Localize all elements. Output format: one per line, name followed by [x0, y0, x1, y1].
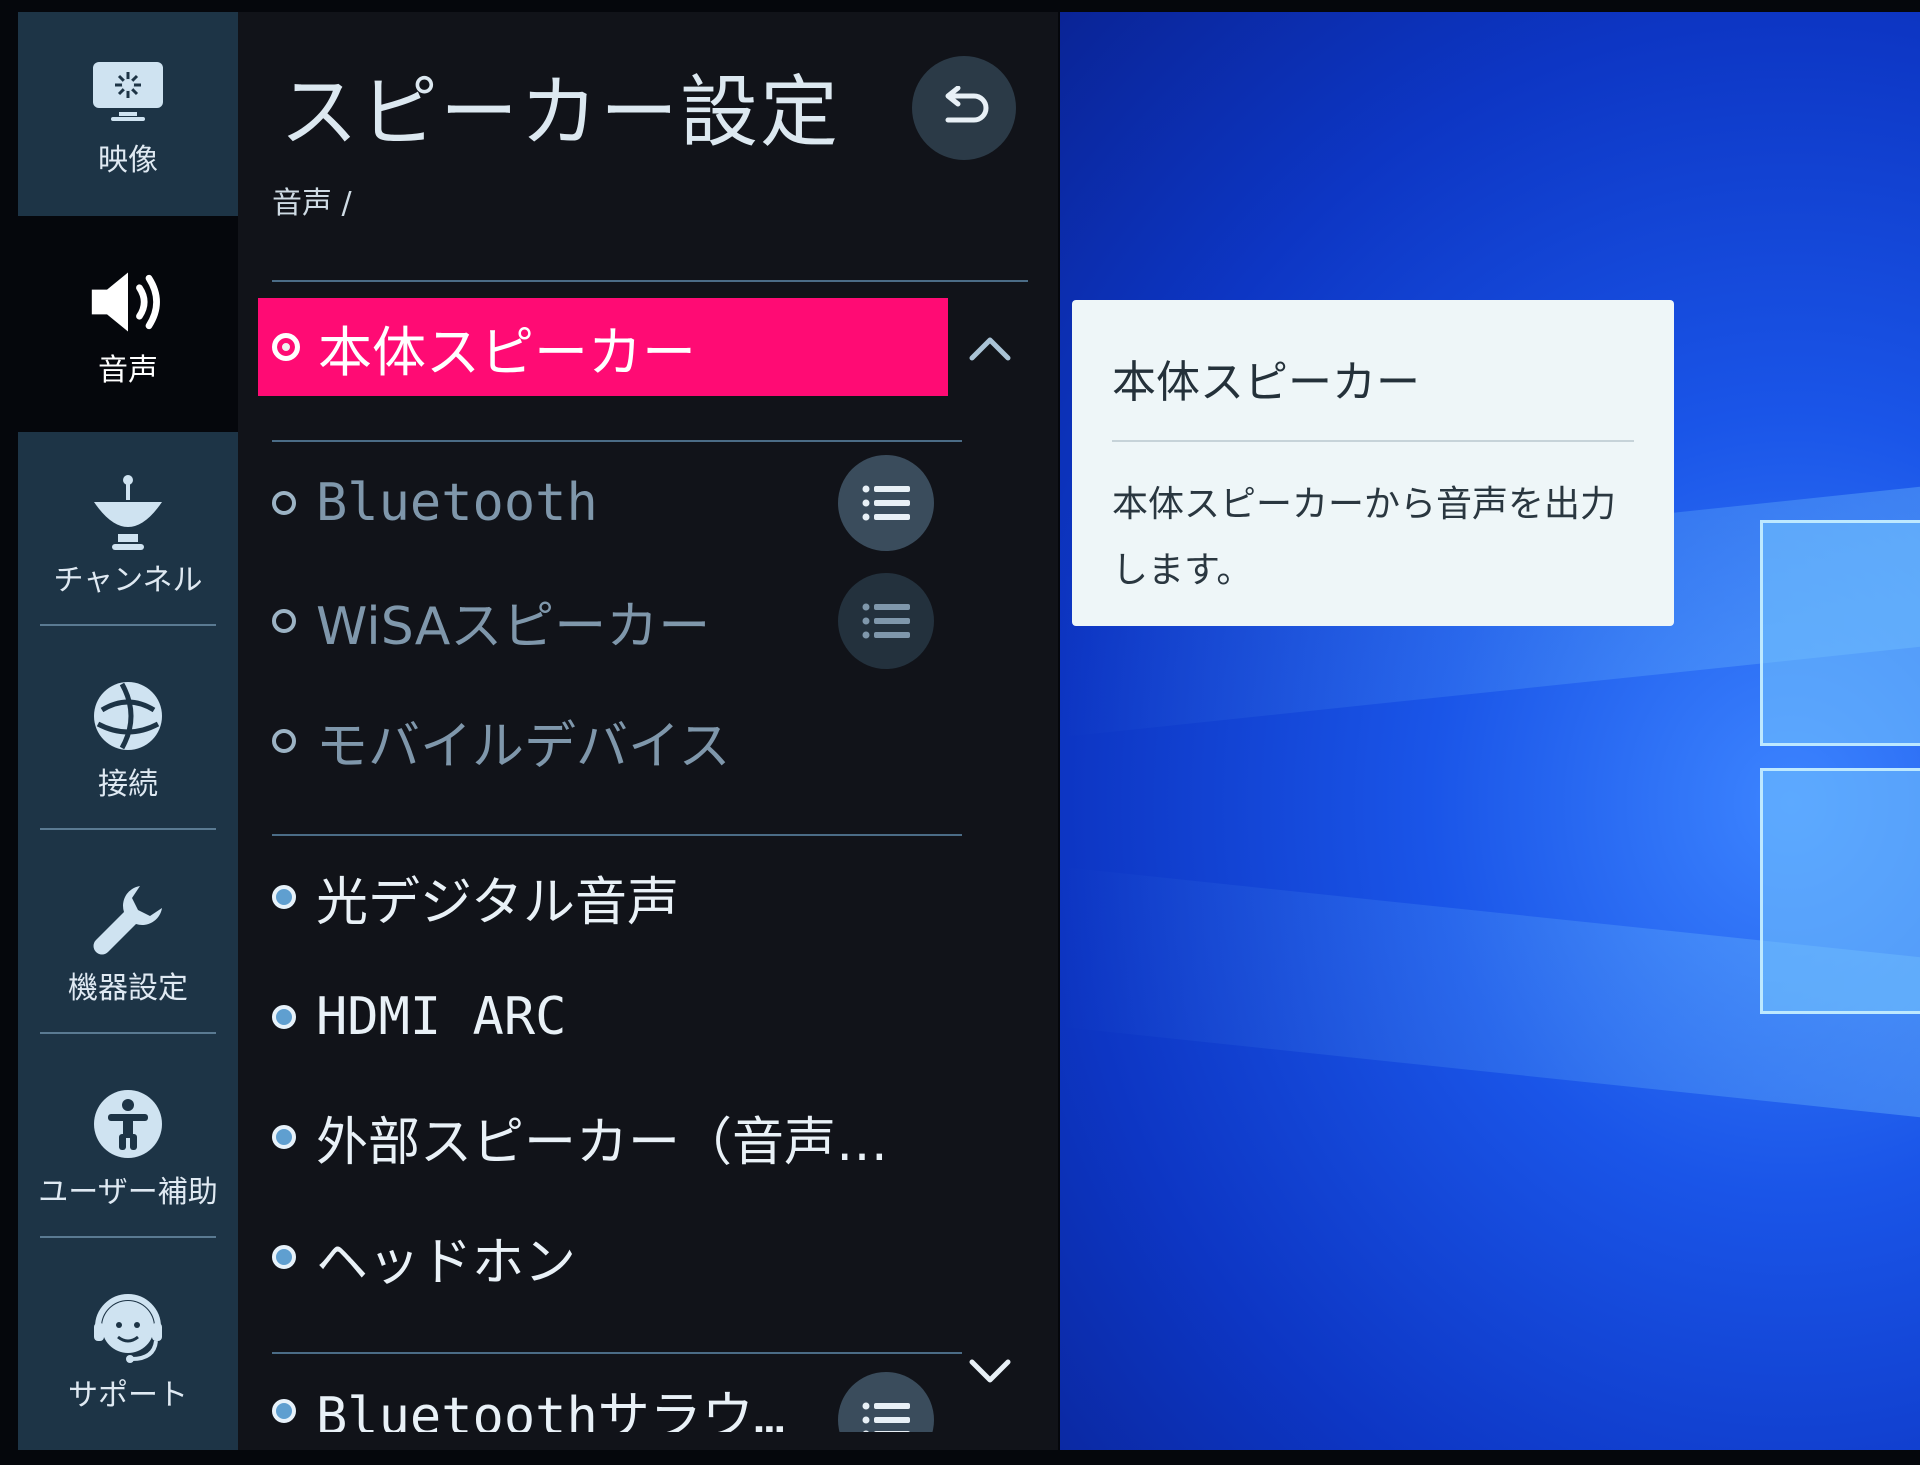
sidebar-item-channel[interactable]: チャンネル: [18, 432, 238, 636]
radio-icon: [272, 1399, 296, 1423]
radio-icon: [272, 1005, 296, 1029]
wrench-icon: [88, 880, 168, 960]
chevron-down-icon: [969, 1359, 1011, 1383]
picture-icon: [88, 52, 168, 132]
radio-selected-icon: [272, 333, 300, 361]
headset-icon: [88, 1287, 168, 1367]
wisa-device-list-button[interactable]: [838, 573, 934, 669]
option-label: WiSAスピーカー: [316, 596, 711, 657]
option-label: HDMI ARC: [316, 987, 567, 1047]
section-divider: [272, 834, 962, 836]
option-label: Bluetooth: [316, 473, 598, 533]
sidebar-divider: [40, 828, 216, 830]
option-description-card: 本体スピーカー 本体スピーカーから音声を出力します。: [1072, 300, 1674, 626]
section-divider: [272, 440, 962, 442]
back-button[interactable]: [912, 56, 1016, 160]
option-bluetooth-surround[interactable]: Bluetoothサラウ…: [272, 1368, 785, 1432]
sidebar-item-accessibility[interactable]: ユーザー補助: [18, 1044, 238, 1248]
window-logo-pane: [1760, 520, 1920, 746]
sidebar-item-label: チャンネル: [53, 563, 203, 598]
bluetooth-device-list-button[interactable]: [838, 455, 934, 551]
radio-icon: [272, 729, 296, 753]
section-divider: [272, 1352, 962, 1354]
sidebar-item-label: 機器設定: [68, 971, 188, 1006]
option-headphones[interactable]: ヘッドホン: [272, 1214, 576, 1300]
option-label: 本体スピーカー: [318, 320, 696, 384]
description-text: 本体スピーカーから音声を出力します。: [1112, 484, 1617, 591]
option-label: モバイルデバイス: [316, 716, 731, 777]
globe-icon: [88, 676, 168, 756]
option-mobile-device[interactable]: モバイルデバイス: [272, 698, 730, 784]
sidebar-item-label: サポート: [68, 1378, 188, 1413]
option-bluetooth[interactable]: Bluetooth: [272, 460, 598, 546]
window-logo-pane: [1760, 768, 1920, 1014]
radio-icon: [272, 885, 296, 909]
desktop-wallpaper: [1060, 12, 1920, 1450]
option-main-speaker-selected[interactable]: 本体スピーカー: [258, 298, 948, 396]
page-title: スピーカー設定: [280, 68, 841, 158]
option-label: Bluetoothサラウ…: [316, 1386, 786, 1433]
scroll-up-button[interactable]: [960, 324, 1020, 374]
speaker-icon: [88, 262, 168, 342]
accessibility-icon: [88, 1084, 168, 1164]
scroll-down-button[interactable]: [960, 1346, 1020, 1396]
sidebar-divider: [40, 1032, 216, 1034]
radio-icon: [272, 1125, 296, 1149]
option-wisa-speaker[interactable]: WiSAスピーカー: [272, 578, 710, 664]
description-divider: [1112, 440, 1634, 442]
antenna-icon: [88, 472, 168, 552]
sidebar-item-connection[interactable]: 接続: [18, 636, 238, 840]
option-hdmi-arc[interactable]: HDMI ARC: [272, 974, 566, 1060]
option-label: 外部スピーカー（音声…: [316, 1112, 889, 1173]
sidebar-item-label: 音声: [98, 353, 158, 388]
back-arrow-icon: [945, 86, 989, 123]
radio-icon: [272, 491, 296, 515]
description-title: 本体スピーカー: [1112, 357, 1420, 408]
list-clip-area: Bluetoothサラウ…: [238, 1362, 1058, 1432]
list-icon: [862, 603, 910, 639]
category-sidebar: 映像 音声 チャンネル 接続 機器設定 ユーザー補助 サポート: [18, 12, 238, 1450]
radio-icon: [272, 1245, 296, 1269]
sidebar-item-general[interactable]: 機器設定: [18, 840, 238, 1044]
sidebar-item-label: 映像: [98, 143, 158, 178]
bluetooth-surround-list-button[interactable]: [838, 1372, 934, 1432]
sidebar-divider: [40, 1236, 216, 1238]
sidebar-item-label: 接続: [98, 767, 158, 802]
list-icon: [862, 485, 910, 521]
chevron-up-icon: [969, 337, 1011, 361]
section-divider: [272, 280, 1028, 282]
radio-icon: [272, 609, 296, 633]
breadcrumb: 音声 /: [272, 186, 352, 221]
list-icon: [862, 1402, 910, 1432]
sidebar-item-support[interactable]: サポート: [18, 1248, 238, 1450]
option-optical-audio[interactable]: 光デジタル音声: [272, 854, 679, 940]
sidebar-item-label: ユーザー補助: [38, 1175, 218, 1210]
sidebar-item-sound[interactable]: 音声: [18, 216, 238, 432]
sidebar-item-picture[interactable]: 映像: [18, 12, 238, 216]
option-label: ヘッドホン: [316, 1232, 577, 1293]
option-external-speaker[interactable]: 外部スピーカー（音声…: [272, 1094, 888, 1180]
sidebar-divider: [40, 624, 216, 626]
speaker-settings-panel: スピーカー設定 音声 / 本体スピーカー Bluetooth WiSAスピーカー: [238, 12, 1058, 1450]
option-label: 光デジタル音声: [316, 872, 679, 933]
